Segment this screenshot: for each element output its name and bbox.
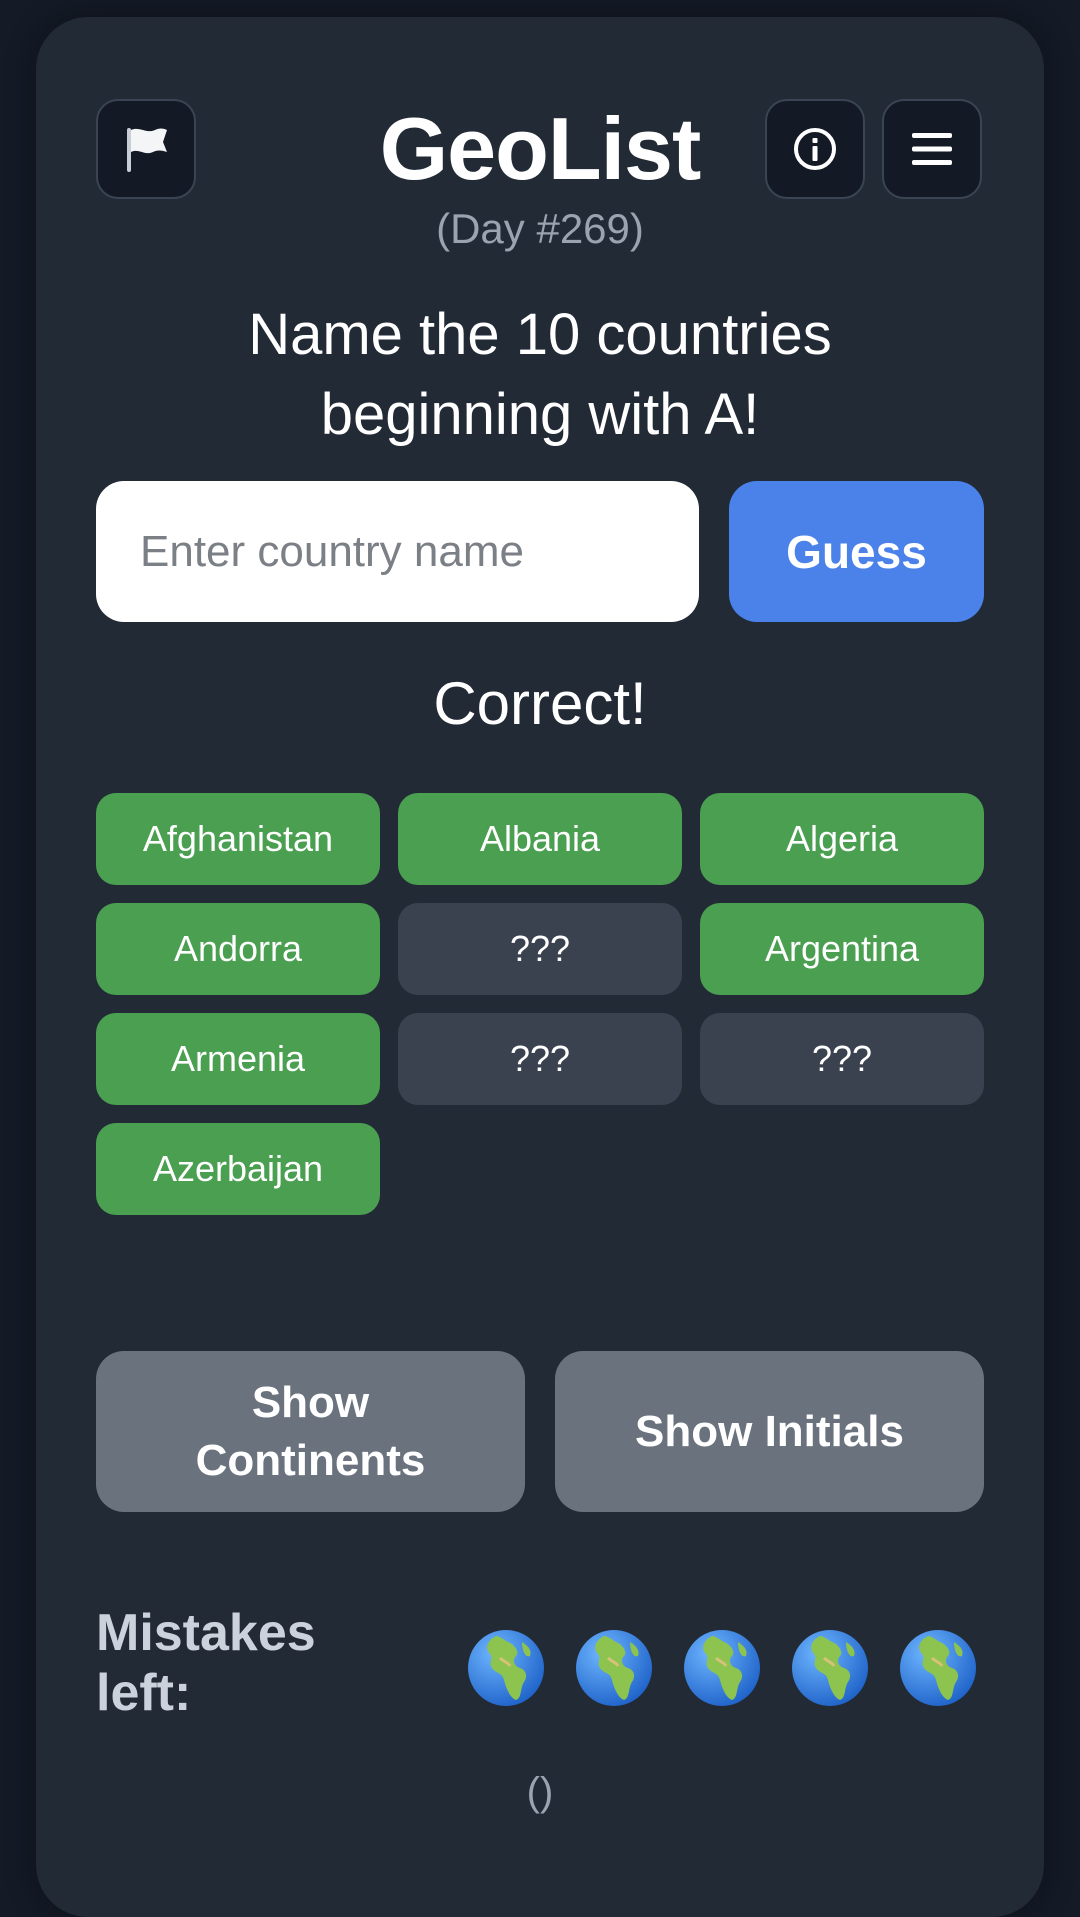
answer-tile: Azerbaijan <box>96 1123 380 1215</box>
menu-button[interactable] <box>882 99 982 199</box>
country-input[interactable] <box>138 525 657 578</box>
answer-tile: ??? <box>398 1013 682 1105</box>
question-prompt: Name the 10 countries beginning with A! <box>248 302 832 447</box>
globe-icon <box>574 1628 654 1708</box>
globe-icon <box>898 1628 978 1708</box>
answer-tile: Albania <box>398 793 682 885</box>
info-icon <box>792 126 838 172</box>
answer-tile: Argentina <box>700 903 984 995</box>
show-initials-button[interactable]: Show Initials <box>555 1351 984 1512</box>
status-message: Correct! <box>433 670 647 737</box>
country-input-wrapper[interactable] <box>96 481 699 622</box>
info-button[interactable] <box>765 99 865 199</box>
globe-icon <box>790 1628 870 1708</box>
mistakes-label: Mistakes left: <box>96 1604 316 1722</box>
guess-button[interactable]: Guess <box>729 481 984 622</box>
day-counter: (Day #269) <box>436 205 644 252</box>
globe-icon <box>682 1628 762 1708</box>
answer-grid: Afghanistan Albania Algeria Andorra??? Argen… <box>96 793 984 1215</box>
globe-icon <box>466 1628 546 1708</box>
answer-tile: ??? <box>398 903 682 995</box>
footer-text: () <box>526 1770 554 1814</box>
answer-tile: Andorra <box>96 903 380 995</box>
game-card: GeoList (Day #269) Name the 10 countries… <box>36 17 1044 1917</box>
answer-tile: Algeria <box>700 793 984 885</box>
mistakes-remaining <box>466 1628 978 1708</box>
answer-tile: Armenia <box>96 1013 380 1105</box>
answer-tile: Afghanistan <box>96 793 380 885</box>
show-continents-button[interactable]: Show Continents <box>96 1351 525 1512</box>
menu-icon <box>910 129 954 169</box>
answer-tile: ??? <box>700 1013 984 1105</box>
